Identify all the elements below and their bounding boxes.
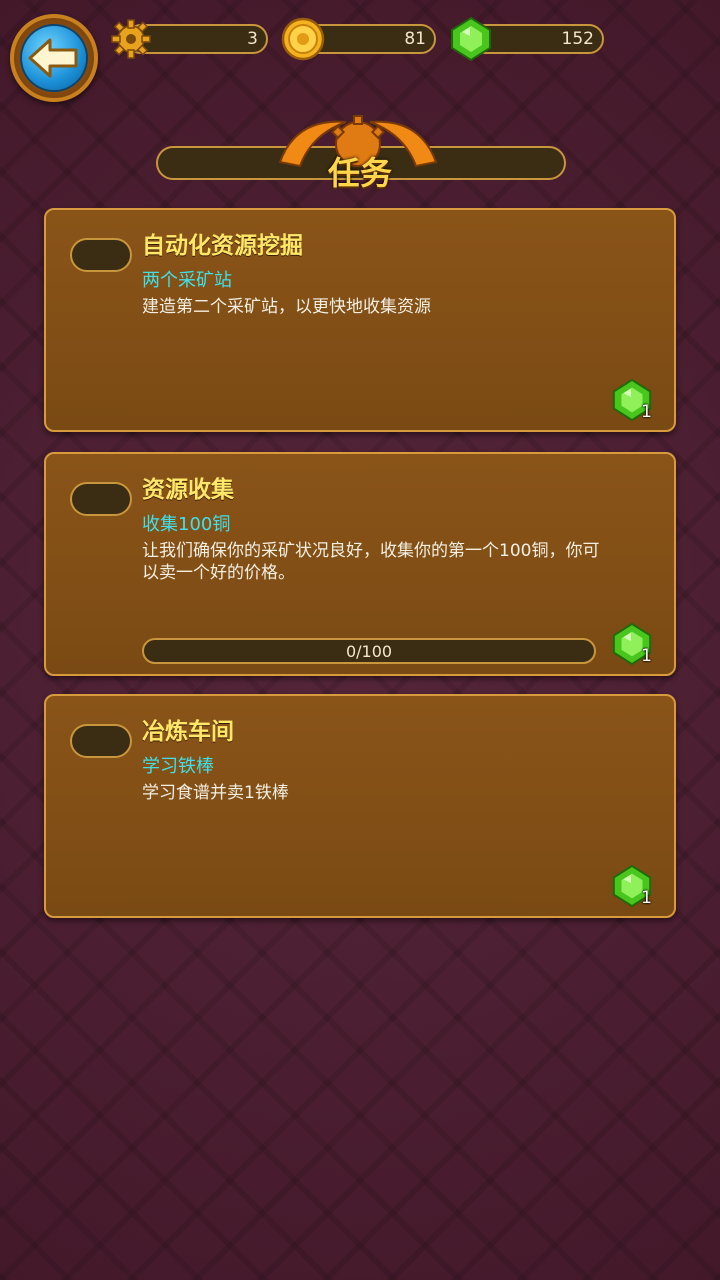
- coin-icon: [281, 17, 325, 61]
- quest-name: 自动化资源挖掘: [142, 233, 303, 259]
- quest-checkbox[interactable]: [70, 724, 132, 758]
- quest-checkbox[interactable]: [70, 238, 132, 272]
- arrow-left-icon: [28, 38, 78, 78]
- quest-subtitle: 学习铁棒: [142, 756, 214, 777]
- quest-reward-count: 1: [641, 888, 652, 908]
- quest-progress-text: 0/100: [345, 642, 393, 661]
- gem-count: 152: [561, 29, 594, 49]
- quest-name: 冶炼车间: [142, 719, 234, 745]
- gear-count: 3: [247, 29, 258, 49]
- quest-reward-count: 1: [641, 646, 652, 666]
- quest-reward-count: 1: [641, 402, 652, 422]
- quest-description: 建造第二个采矿站，以更快地收集资源: [142, 297, 431, 317]
- page-title: 任务: [327, 154, 392, 192]
- quest-card: 资源收集 收集100铜 让我们确保你的采矿状况良好，收集你的第一个100铜，你可…: [44, 452, 676, 676]
- back-button[interactable]: [10, 14, 98, 102]
- gear-icon: [111, 19, 151, 59]
- quest-checkbox[interactable]: [70, 482, 132, 516]
- quest-progress-bar: 0/100: [142, 638, 596, 664]
- coin-count: 81: [404, 29, 426, 49]
- quest-name: 资源收集: [142, 477, 234, 503]
- quest-subtitle: 收集100铜: [142, 514, 231, 535]
- quest-subtitle: 两个采矿站: [142, 270, 232, 291]
- quest-card: 冶炼车间 学习铁棒 学习食谱并卖1铁棒 1: [44, 694, 676, 918]
- quest-description: 学习食谱并卖1铁棒: [142, 783, 289, 803]
- quest-card: 自动化资源挖掘 两个采矿站 建造第二个采矿站，以更快地收集资源 1: [44, 208, 676, 432]
- gem-icon: [451, 16, 491, 62]
- quest-description: 让我们确保你的采矿状况良好，收集你的第一个100铜，你可以卖一个好的价格。: [142, 541, 600, 583]
